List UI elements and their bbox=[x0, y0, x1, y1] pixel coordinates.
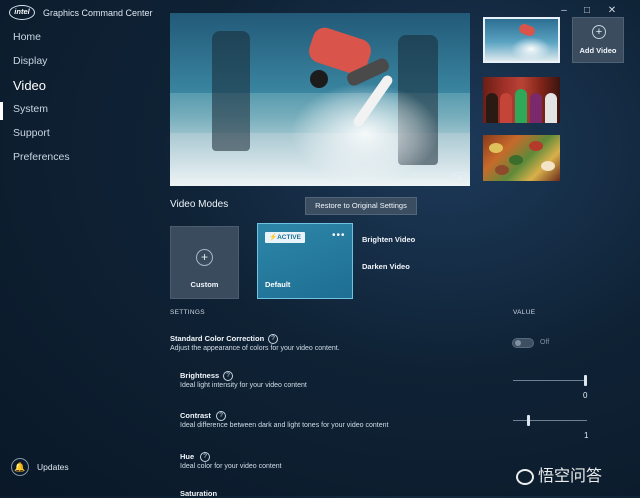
value-header: VALUE bbox=[513, 309, 536, 316]
restore-original-button[interactable]: Restore to Original Settings bbox=[305, 197, 417, 215]
video-preview[interactable] bbox=[170, 13, 470, 186]
thumb-food bbox=[509, 155, 523, 165]
darken-video-mode[interactable]: Darken Video bbox=[362, 262, 410, 271]
thumb-food bbox=[529, 141, 543, 151]
help-icon[interactable]: ? bbox=[223, 371, 233, 381]
standard-color-correction-title: Standard Color Correction bbox=[170, 334, 265, 343]
custom-mode-label: Custom bbox=[190, 280, 219, 289]
brightness-slider-thumb[interactable] bbox=[584, 375, 587, 386]
help-icon[interactable]: ? bbox=[200, 452, 210, 462]
brightness-title: Brightness bbox=[180, 371, 220, 380]
sidebar-item-support[interactable]: Support bbox=[13, 127, 50, 139]
add-video-button[interactable]: + Add Video bbox=[572, 17, 624, 63]
app-title: Graphics Command Center bbox=[43, 8, 153, 18]
sidebar-item-display[interactable]: Display bbox=[13, 55, 47, 67]
thumb-spray bbox=[511, 37, 551, 61]
watermark-icon bbox=[516, 468, 534, 485]
brightness-slider[interactable] bbox=[513, 380, 587, 381]
help-icon[interactable]: ? bbox=[216, 411, 226, 421]
standard-color-correction-desc: Adjust the appearance of colors for your… bbox=[170, 345, 340, 352]
video-modes-title: Video Modes bbox=[170, 199, 229, 210]
intel-logo: intel bbox=[9, 5, 35, 20]
active-badge: ⚡ACTIVE bbox=[265, 232, 305, 243]
preview-bg-figure bbox=[212, 31, 250, 151]
saturation-title: Saturation bbox=[180, 489, 218, 498]
brightness-value: 0 bbox=[583, 391, 588, 400]
video-thumbnail[interactable] bbox=[483, 135, 560, 181]
default-mode-tile[interactable]: ⚡ACTIVE ••• Default bbox=[257, 223, 353, 299]
thumb-person bbox=[486, 93, 498, 123]
thumb-person bbox=[515, 89, 527, 123]
more-options-icon[interactable]: ••• bbox=[332, 231, 346, 241]
thumb-food bbox=[495, 165, 509, 175]
sidebar-item-preferences[interactable]: Preferences bbox=[13, 151, 70, 163]
contrast-value: 1 bbox=[584, 431, 589, 440]
sidebar-item-video[interactable]: Video bbox=[13, 78, 46, 93]
watermark-text: 悟空问答 bbox=[538, 468, 603, 485]
bell-icon: 🔔 bbox=[11, 458, 29, 476]
settings-header: SETTINGS bbox=[170, 309, 205, 316]
brightness-desc: Ideal light intensity for your video con… bbox=[180, 382, 307, 389]
thumb-person bbox=[500, 93, 512, 123]
thumb-rider bbox=[517, 22, 537, 38]
eye-icon[interactable] bbox=[452, 172, 468, 182]
default-mode-label: Default bbox=[265, 280, 291, 289]
active-nav-indicator bbox=[0, 102, 3, 120]
thumb-person bbox=[545, 93, 557, 123]
contrast-desc: Ideal difference between dark and light … bbox=[180, 422, 389, 429]
brighten-video-mode[interactable]: Brighten Video bbox=[362, 235, 415, 244]
sidebar-item-home[interactable]: Home bbox=[13, 31, 41, 43]
video-thumbnail[interactable] bbox=[483, 17, 560, 63]
custom-mode-tile[interactable]: + Custom bbox=[170, 226, 239, 299]
sidebar-item-system[interactable]: System bbox=[13, 103, 48, 115]
contrast-slider-thumb[interactable] bbox=[527, 415, 530, 426]
add-video-label: Add Video bbox=[579, 46, 617, 55]
hue-desc: Ideal color for your video content bbox=[180, 463, 282, 470]
contrast-title: Contrast bbox=[180, 411, 211, 420]
help-icon[interactable]: ? bbox=[268, 334, 278, 344]
hue-title: Hue bbox=[180, 452, 195, 461]
color-correction-toggle[interactable] bbox=[512, 338, 534, 348]
thumb-food bbox=[489, 143, 503, 153]
video-thumbnail[interactable] bbox=[483, 77, 560, 123]
updates-label: Updates bbox=[37, 462, 69, 472]
toggle-state-label: Off bbox=[540, 339, 550, 346]
plus-circle-icon: + bbox=[592, 25, 606, 39]
thumb-food bbox=[541, 161, 555, 171]
contrast-slider[interactable] bbox=[513, 420, 587, 421]
preview-snow-spray bbox=[290, 83, 440, 183]
thumb-person bbox=[530, 93, 542, 123]
plus-circle-icon: + bbox=[196, 249, 213, 266]
preview-snowboarder-helmet bbox=[310, 70, 328, 88]
watermark: 悟空问答 bbox=[516, 462, 602, 486]
sidebar: Home Display Video System Support Prefer… bbox=[0, 26, 160, 496]
